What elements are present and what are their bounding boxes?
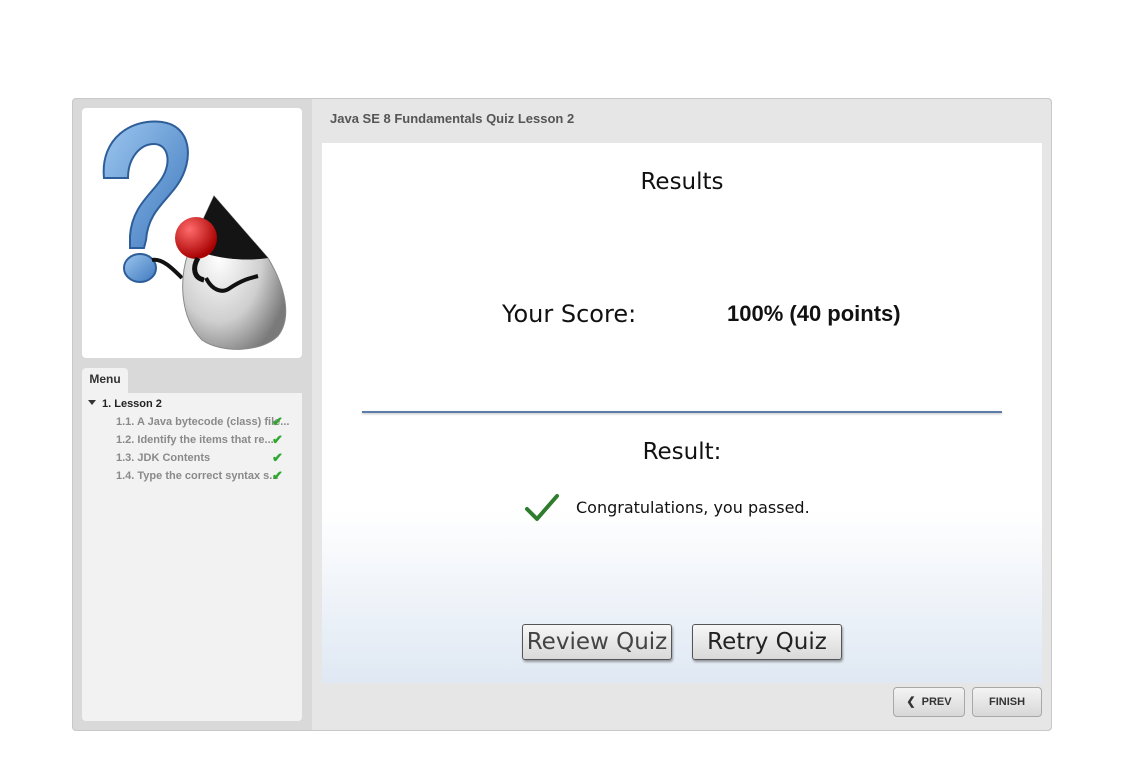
quiz-player: Menu 1. Lesson 2 1.1. A Java bytecode (c… [72,98,1052,731]
menu-item[interactable]: 1.4. Type the correct syntax s... ✔ [116,467,300,485]
menu-item[interactable]: 1.3. JDK Contents ✔ [116,449,300,467]
check-icon: ✔ [272,414,283,429]
menu-item[interactable]: 1.2. Identify the items that re... ✔ [116,431,300,449]
course-logo [82,108,302,358]
main-area: Java SE 8 Fundamentals Quiz Lesson 2 Res… [312,99,1051,730]
check-icon: ✔ [272,468,283,483]
sidebar: Menu 1. Lesson 2 1.1. A Java bytecode (c… [73,99,312,730]
expand-triangle-icon[interactable] [88,400,96,405]
retry-quiz-button[interactable]: Retry Quiz [692,624,842,660]
duke-question-logo [102,120,287,350]
menu-item[interactable]: 1.1. A Java bytecode (class) file... ✔ [116,413,300,431]
results-title: Results [640,169,724,195]
pass-check-icon [525,494,559,521]
menu-item-label: 1.1. A Java bytecode (class) file... [116,416,290,428]
result-label: Result: [642,439,722,465]
check-icon: ✔ [272,432,283,447]
score-value: 100% (40 points) [727,301,901,326]
menu-item-label: 1.4. Type the correct syntax s... [116,470,279,482]
review-quiz-button[interactable]: Review Quiz [522,624,672,660]
results-slide: Results Your Score: 100% (40 points) Res… [322,143,1042,683]
pass-message: Congratulations, you passed. [576,498,810,517]
prev-button[interactable]: ❮ PREV [893,687,965,717]
menu-tab[interactable]: Menu [82,368,128,393]
menu-panel: 1. Lesson 2 1.1. A Java bytecode (class)… [82,393,302,721]
menu-item-label: 1.3. JDK Contents [116,452,211,464]
menu-item-label: 1.2. Identify the items that re... [116,434,274,446]
menu-lesson-label: 1. Lesson 2 [102,398,162,410]
chevron-left-icon: ❮ [906,696,916,708]
prev-label: PREV [921,696,952,708]
check-icon: ✔ [272,450,283,465]
finish-button[interactable]: FINISH [972,687,1042,717]
menu-lesson[interactable]: 1. Lesson 2 [88,398,162,410]
score-label: Your Score: [502,300,637,328]
course-title: Java SE 8 Fundamentals Quiz Lesson 2 [330,111,575,126]
divider [362,411,1002,413]
